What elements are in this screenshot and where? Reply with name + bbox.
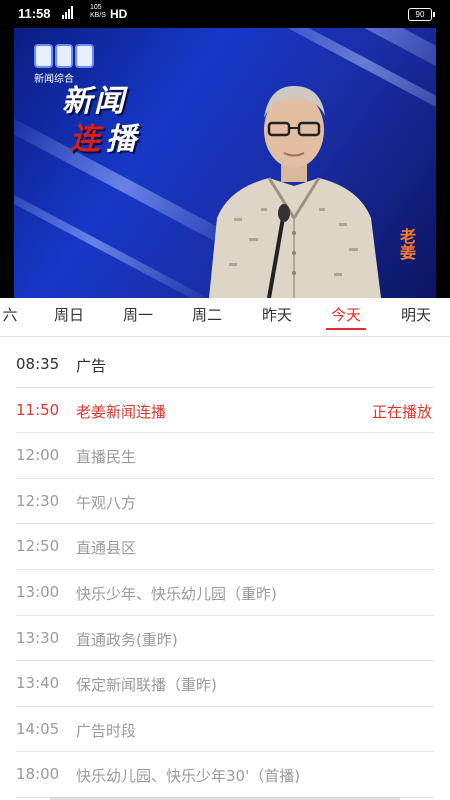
tab-yesterday[interactable]: 昨天: [244, 298, 310, 336]
status-bar: 11:58 105 KB/S HD 90: [0, 0, 450, 28]
video-frame[interactable]: 新闻综合 新闻 连播 老姜: [14, 28, 436, 298]
day-tabs: 六 周日 周一 周二 昨天 今天 明天: [0, 298, 450, 337]
channel-logo-icon: [34, 44, 95, 68]
program-row[interactable]: 12:30 午观八方: [16, 479, 434, 525]
program-name: 保定新闻联播（重昨): [76, 676, 217, 695]
program-time: 12:30: [16, 491, 60, 510]
program-row[interactable]: 08:35 广告: [16, 342, 434, 388]
video-player[interactable]: 新闻综合 新闻 连播 老姜: [0, 28, 450, 298]
program-name: 午观八方: [76, 493, 137, 512]
show-title-line2: 连播: [70, 122, 142, 157]
program-name: 快乐幼儿园、快乐少年30'（首播): [76, 767, 301, 786]
program-row[interactable]: 13:40 保定新闻联播（重昨): [16, 661, 434, 707]
tab-today[interactable]: 今天: [322, 298, 370, 336]
program-name: 直通政务(重昨): [76, 630, 178, 649]
program-name: 快乐少年、快乐幼儿园（重昨): [76, 584, 277, 603]
program-time: 13:00: [16, 582, 60, 601]
program-row[interactable]: 14:05 广告时段: [16, 707, 434, 753]
signal-icon: [62, 5, 73, 19]
tab-tomorrow[interactable]: 明天: [386, 298, 446, 336]
network-speed: 105 KB/S: [90, 4, 106, 19]
program-row[interactable]: 12:00 直播民生: [16, 433, 434, 479]
now-playing-label: 正在播放: [371, 402, 432, 421]
program-row-current[interactable]: 11:50 老姜新闻连播 正在播放: [16, 388, 434, 434]
program-name: 广告: [76, 357, 107, 375]
program-row[interactable]: 18:00 快乐幼儿园、快乐少年30'（首播): [16, 752, 434, 798]
tab-tuesday[interactable]: 周二: [174, 298, 240, 336]
program-time: 11:50: [16, 400, 60, 419]
program-name: 直通县区: [76, 539, 137, 558]
program-row[interactable]: 13:30 直通政务(重昨): [16, 616, 434, 662]
program-time: 12:00: [16, 446, 60, 465]
program-list: 08:35 广告 11:50 老姜新闻连播 正在播放 12:00 直播民生 12…: [16, 342, 434, 798]
program-row[interactable]: 13:00 快乐少年、快乐幼儿园（重昨): [16, 570, 434, 616]
program-name: 广告时段: [76, 721, 137, 740]
program-name: 直播民生: [76, 448, 137, 467]
tab-saturday[interactable]: 六: [0, 298, 28, 336]
status-time: 11:58: [18, 6, 51, 21]
signature: 老姜: [397, 228, 416, 260]
program-row[interactable]: 12:50 直通县区: [16, 524, 434, 570]
program-time: 13:30: [16, 628, 60, 647]
program-name: 老姜新闻连播: [76, 402, 167, 421]
program-time: 08:35: [16, 355, 60, 373]
tab-monday[interactable]: 周一: [105, 298, 171, 336]
program-time: 12:50: [16, 537, 60, 556]
network-type: HD: [110, 7, 128, 21]
battery-icon: 90: [408, 8, 435, 21]
program-time: 18:00: [16, 765, 60, 784]
tab-sunday[interactable]: 周日: [36, 298, 102, 336]
program-time: 14:05: [16, 719, 60, 738]
presenter-image: [209, 86, 381, 298]
program-time: 13:40: [16, 674, 60, 693]
